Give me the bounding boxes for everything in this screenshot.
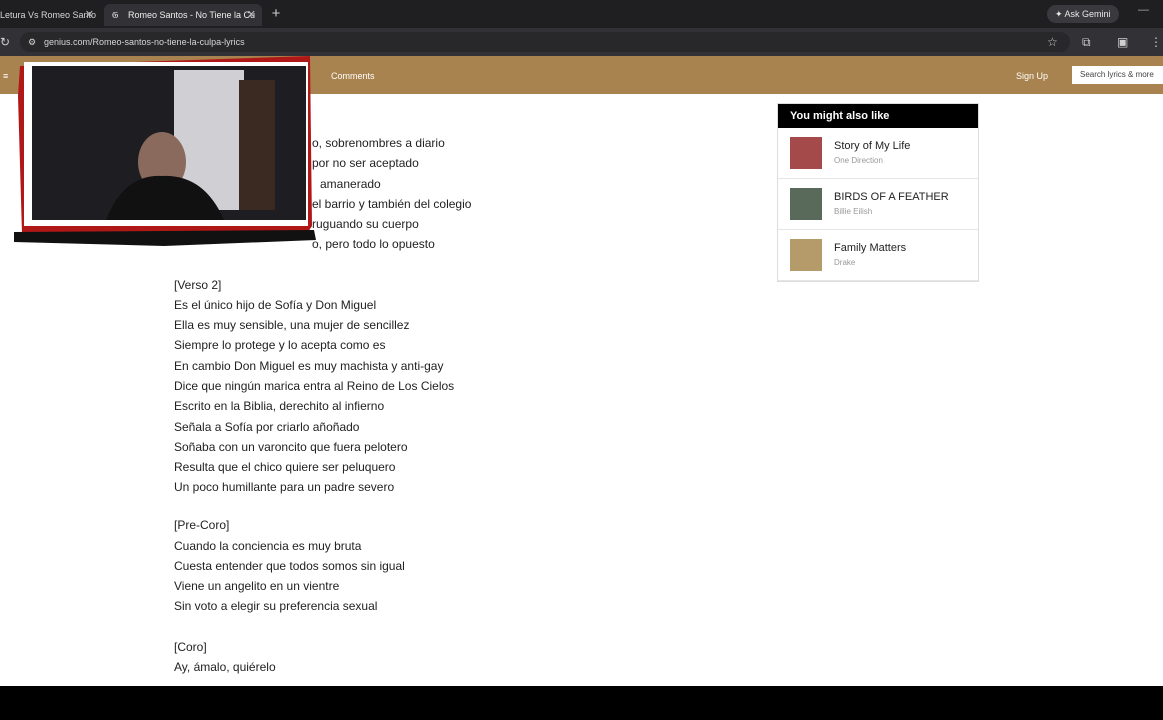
lyric-line[interactable]: Cuesta entender que todos somos sin igua…: [174, 559, 405, 573]
precoro-header[interactable]: [Pre-Coro]: [174, 518, 229, 532]
url-text: genius.com/Romeo-santos-no-tiene-la-culp…: [44, 37, 245, 47]
lyric-line[interactable]: Sin voto a elegir su preferencia sexual: [174, 599, 377, 613]
song-title: BIRDS OF A FEATHER: [834, 191, 949, 203]
new-tab-button[interactable]: +: [268, 4, 284, 24]
address-bar-row: ↻ ⚙ genius.com/Romeo-santos-no-tiene-la-…: [0, 28, 1163, 56]
ask-gemini-button[interactable]: ✦ Ask Gemini: [1047, 5, 1119, 23]
album-art: [790, 239, 822, 271]
recommendations-panel: You might also like Story of My Life One…: [777, 103, 979, 282]
site-info-icon[interactable]: ⚙: [28, 32, 36, 52]
lyric-line[interactable]: Siempre lo protege y lo acepta como es: [174, 338, 385, 352]
lyric-line[interactable]: En cambio Don Miguel es muy machista y a…: [174, 359, 443, 373]
minimize-icon[interactable]: —: [1138, 4, 1149, 16]
bottom-black-bar: [0, 686, 1163, 720]
sign-up-link[interactable]: Sign Up: [1016, 71, 1048, 81]
recommendations-header: You might also like: [778, 104, 978, 128]
ask-gemini-label: Ask Gemini: [1064, 9, 1111, 19]
lyric-line[interactable]: Ay, ámalo, quiérelo: [174, 660, 276, 674]
lyric-line[interactable]: Señala a Sofía por criarlo añoñado: [174, 420, 359, 434]
search-placeholder: Search lyrics & more: [1080, 70, 1154, 79]
close-tab-icon[interactable]: ✕: [85, 4, 94, 26]
webcam-overlay: [14, 56, 316, 246]
song-artist: One Direction: [834, 156, 883, 165]
song-title: Story of My Life: [834, 140, 911, 152]
album-art: [790, 188, 822, 220]
bookmark-star-icon[interactable]: ☆: [1047, 28, 1058, 56]
lyric-line: por no ser aceptado: [312, 156, 419, 170]
tab-title: Romeo Santos - No Tiene la Cu: [128, 10, 256, 20]
url-field[interactable]: ⚙ genius.com/Romeo-santos-no-tiene-la-cu…: [20, 32, 1070, 52]
lyric-line[interactable]: Ella es muy sensible, una mujer de senci…: [174, 318, 409, 332]
lyric-line: ruguando su cuerpo: [312, 217, 419, 231]
hamburger-menu-icon[interactable]: ≡: [3, 71, 8, 81]
sidepanel-icon[interactable]: ▣: [1117, 28, 1128, 56]
reload-icon[interactable]: ↻: [0, 28, 10, 56]
coro-header[interactable]: [Coro]: [174, 640, 207, 654]
song-artist: Drake: [834, 258, 856, 267]
lyric-line[interactable]: Dice que ningún marica entra al Reino de…: [174, 379, 454, 393]
menu-kebab-icon[interactable]: ⋮: [1150, 28, 1162, 56]
lyric-line[interactable]: Es el único hijo de Sofía y Don Miguel: [174, 298, 376, 312]
tab-active[interactable]: Romeo Santos - No Tiene la Cu 𝔊 ✕: [104, 4, 262, 26]
lyric-line: amanerado: [320, 177, 381, 191]
lyric-line[interactable]: Un poco humillante para un padre severo: [174, 480, 394, 494]
lyric-line[interactable]: Soñaba con un varoncito que fuera pelote…: [174, 440, 408, 454]
tab-title: Letura Vs Romeo Santo: [0, 10, 97, 20]
tab[interactable]: Letura Vs Romeo Santo ✕: [0, 4, 100, 26]
recommended-song[interactable]: Family Matters Drake: [778, 230, 978, 281]
lyric-line: o, sobrenombres a diario: [312, 136, 445, 150]
lyric-line[interactable]: Viene un angelito en un vientre: [174, 579, 339, 593]
lyric-line[interactable]: Resulta que el chico quiere ser peluquer…: [174, 460, 395, 474]
lyric-line: el barrio y también del colegio: [312, 197, 472, 211]
recommended-song[interactable]: BIRDS OF A FEATHER Billie Eilish: [778, 179, 978, 230]
webcam-door: [239, 80, 275, 210]
verse-header[interactable]: [Verso 2]: [174, 278, 221, 292]
nav-comments-link[interactable]: Comments: [331, 71, 375, 81]
sparkle-icon: ✦: [1055, 9, 1065, 19]
extensions-icon[interactable]: ⧉: [1082, 28, 1091, 56]
song-artist: Billie Eilish: [834, 207, 873, 216]
lyric-line[interactable]: Escrito en la Biblia, derechito al infie…: [174, 399, 384, 413]
album-art: [790, 137, 822, 169]
webcam-base: [14, 230, 316, 246]
lyric-line[interactable]: Cuando la conciencia es muy bruta: [174, 539, 361, 553]
recommended-song[interactable]: Story of My Life One Direction: [778, 128, 978, 179]
lyric-line: o, pero todo lo opuesto: [312, 237, 435, 251]
browser-tab-strip: Letura Vs Romeo Santo ✕ Romeo Santos - N…: [0, 0, 1163, 28]
song-title: Family Matters: [834, 242, 907, 254]
close-tab-icon[interactable]: ✕: [247, 4, 256, 26]
search-input[interactable]: Search lyrics & more: [1072, 66, 1163, 84]
genius-favicon-icon: 𝔊: [112, 10, 119, 20]
